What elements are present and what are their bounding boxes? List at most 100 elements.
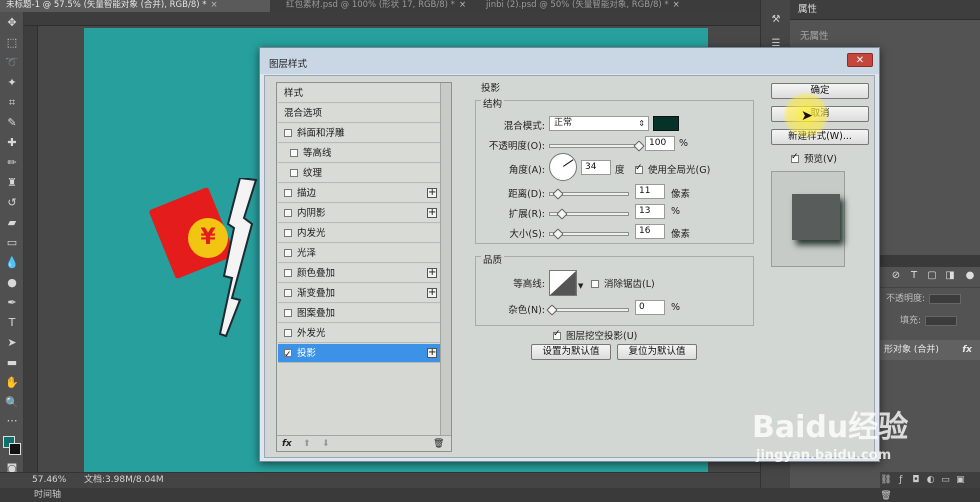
style-list-item[interactable]: 混合选项 bbox=[278, 104, 440, 123]
style-list-item[interactable]: 内发光 bbox=[278, 224, 440, 243]
blur-tool-icon[interactable]: 💧 bbox=[4, 256, 20, 270]
new-layer-icon[interactable]: ▣ bbox=[954, 472, 966, 488]
noise-slider[interactable] bbox=[546, 304, 629, 316]
layer-fill-field[interactable] bbox=[925, 315, 958, 326]
move-up-icon[interactable]: ⬆ bbox=[303, 436, 311, 452]
filter-toggle-icon[interactable]: ● bbox=[964, 270, 976, 281]
path-selection-tool-icon[interactable]: ➤ bbox=[4, 336, 20, 350]
style-list-item[interactable]: 等高线 bbox=[278, 144, 440, 163]
size-slider[interactable] bbox=[549, 228, 629, 240]
distance-slider[interactable] bbox=[549, 188, 629, 200]
checkbox-box[interactable] bbox=[635, 163, 643, 174]
style-checkbox[interactable] bbox=[284, 228, 292, 237]
opacity-input[interactable]: 100 bbox=[645, 136, 675, 151]
close-icon[interactable]: ✕ bbox=[847, 53, 873, 67]
noise-input[interactable]: 0 bbox=[635, 300, 665, 315]
style-list-item[interactable]: 内阴影 + bbox=[278, 204, 440, 223]
global-light-checkbox[interactable]: 使用全局光(G) bbox=[635, 162, 710, 176]
style-checkbox[interactable] bbox=[284, 346, 292, 365]
document-tab-untitled[interactable]: 未标题-1 @ 57.5% (矢量智能对象 (合并), RGB/8) * × bbox=[0, 0, 270, 12]
reset-default-button[interactable]: 复位为默认值 bbox=[617, 344, 697, 360]
style-list-item[interactable]: 斜面和浮雕 bbox=[278, 124, 440, 143]
timeline-tab[interactable]: 时间轴 bbox=[0, 488, 980, 502]
add-instance-icon[interactable]: + bbox=[427, 208, 437, 218]
style-checkbox[interactable] bbox=[284, 328, 292, 337]
hand-tool-icon[interactable]: ✋ bbox=[4, 376, 20, 390]
contour-picker[interactable] bbox=[549, 270, 577, 296]
set-default-button[interactable]: 设置为默认值 bbox=[531, 344, 611, 360]
zoom-tool-icon[interactable]: 🔍 bbox=[4, 396, 20, 410]
document-tab-hongbao[interactable]: 红包素材.psd @ 100% (形状 17, RGB/8) * × bbox=[280, 0, 476, 12]
distance-input[interactable]: 11 bbox=[635, 184, 665, 199]
style-checkbox[interactable] bbox=[290, 168, 298, 177]
zoom-level[interactable]: 57.46% bbox=[32, 473, 66, 488]
style-checkbox[interactable] bbox=[284, 268, 292, 277]
more-tools-icon[interactable]: ⋯ bbox=[4, 414, 20, 428]
properties-panel-title[interactable]: 属性 bbox=[790, 0, 980, 20]
filter-pixel-icon[interactable]: ⊘ bbox=[890, 270, 902, 281]
layer-effects-icon[interactable]: fx bbox=[962, 340, 972, 360]
blend-mode-select[interactable]: 正常 ⇕ bbox=[549, 116, 649, 131]
eraser-tool-icon[interactable]: ▰ bbox=[4, 216, 20, 230]
angle-input[interactable]: 34 bbox=[581, 160, 611, 175]
style-checkbox[interactable] bbox=[284, 248, 292, 257]
background-color-swatch[interactable] bbox=[9, 443, 21, 455]
style-checkbox[interactable] bbox=[284, 188, 292, 197]
contour-dropdown-icon[interactable]: ▼ bbox=[578, 282, 583, 290]
opacity-slider[interactable] bbox=[549, 140, 645, 152]
checkbox-box[interactable] bbox=[791, 152, 799, 163]
style-list-scrollbar[interactable] bbox=[440, 83, 451, 435]
style-checkbox[interactable] bbox=[284, 288, 292, 297]
style-checkbox[interactable] bbox=[284, 308, 292, 317]
rectangle-tool-icon[interactable]: ▬ bbox=[4, 356, 20, 370]
checkbox-box[interactable] bbox=[553, 329, 561, 340]
tab-close-icon[interactable]: × bbox=[459, 0, 466, 10]
antialias-checkbox[interactable]: 消除锯齿(L) bbox=[591, 276, 655, 290]
pen-tool-icon[interactable]: ✒ bbox=[4, 296, 20, 310]
style-list-item[interactable]: 光泽 bbox=[278, 244, 440, 263]
delete-layer-icon[interactable]: 🗑 bbox=[880, 488, 892, 502]
layer-row-active[interactable]: 形对象 (合并) fx bbox=[880, 340, 980, 360]
add-instance-icon[interactable]: + bbox=[427, 348, 437, 358]
filter-shape-icon[interactable]: ▢ bbox=[926, 270, 938, 281]
style-list-item[interactable]: 外发光 bbox=[278, 324, 440, 343]
crop-tool-icon[interactable]: ⌗ bbox=[4, 96, 20, 110]
layer-opacity-field[interactable] bbox=[929, 293, 962, 304]
add-instance-icon[interactable]: + bbox=[427, 268, 437, 278]
eyedropper-tool-icon[interactable]: ✎ bbox=[4, 116, 20, 130]
style-checkbox[interactable] bbox=[290, 148, 298, 157]
size-input[interactable]: 16 bbox=[635, 224, 665, 239]
checkbox-box[interactable] bbox=[591, 279, 599, 288]
style-list-item[interactable]: 渐变叠加 + bbox=[278, 284, 440, 303]
style-list-item[interactable]: 图案叠加 bbox=[278, 304, 440, 323]
tab-close-icon[interactable]: × bbox=[211, 0, 218, 10]
move-tool-icon[interactable]: ✥ bbox=[4, 16, 20, 30]
add-effect-icon[interactable]: fx bbox=[282, 436, 292, 452]
knockout-checkbox[interactable]: 图层挖空投影(U) bbox=[553, 328, 637, 342]
style-checkbox[interactable] bbox=[284, 128, 292, 137]
style-list-item[interactable]: 颜色叠加 + bbox=[278, 264, 440, 283]
style-list-item[interactable]: 描边 + bbox=[278, 184, 440, 203]
spread-input[interactable]: 13 bbox=[635, 204, 665, 219]
type-tool-icon[interactable]: T bbox=[4, 316, 20, 330]
dodge-tool-icon[interactable]: ● bbox=[4, 276, 20, 290]
spread-slider[interactable] bbox=[549, 208, 629, 220]
filter-type-icon[interactable]: T bbox=[908, 270, 920, 281]
style-list-item[interactable]: 投影 + bbox=[278, 344, 440, 365]
marquee-tool-icon[interactable]: ⬚ bbox=[4, 36, 20, 50]
add-instance-icon[interactable]: + bbox=[427, 288, 437, 298]
magic-wand-tool-icon[interactable]: ✦ bbox=[4, 76, 20, 90]
tool-presets-icon[interactable]: ⚒ bbox=[769, 14, 783, 26]
layer-opacity-control[interactable]: 不透明度: bbox=[880, 290, 980, 308]
gradient-tool-icon[interactable]: ▭ bbox=[4, 236, 20, 250]
preview-checkbox[interactable]: 预览(V) bbox=[791, 151, 837, 165]
healing-brush-tool-icon[interactable]: ✚ bbox=[4, 136, 20, 150]
document-tab-jinbi[interactable]: jinbi (2).psd @ 50% (矢量智能对象, RGB/8) * × bbox=[480, 0, 710, 12]
layer-fill-control[interactable]: 填充: bbox=[880, 312, 980, 330]
lasso-tool-icon[interactable]: ➰ bbox=[4, 56, 20, 70]
clone-stamp-tool-icon[interactable]: ♜ bbox=[4, 176, 20, 190]
style-list-item[interactable]: 纹理 bbox=[278, 164, 440, 183]
shadow-color-swatch[interactable] bbox=[653, 116, 679, 131]
style-list-item[interactable]: 样式 bbox=[278, 84, 440, 103]
style-checkbox[interactable] bbox=[284, 208, 292, 217]
